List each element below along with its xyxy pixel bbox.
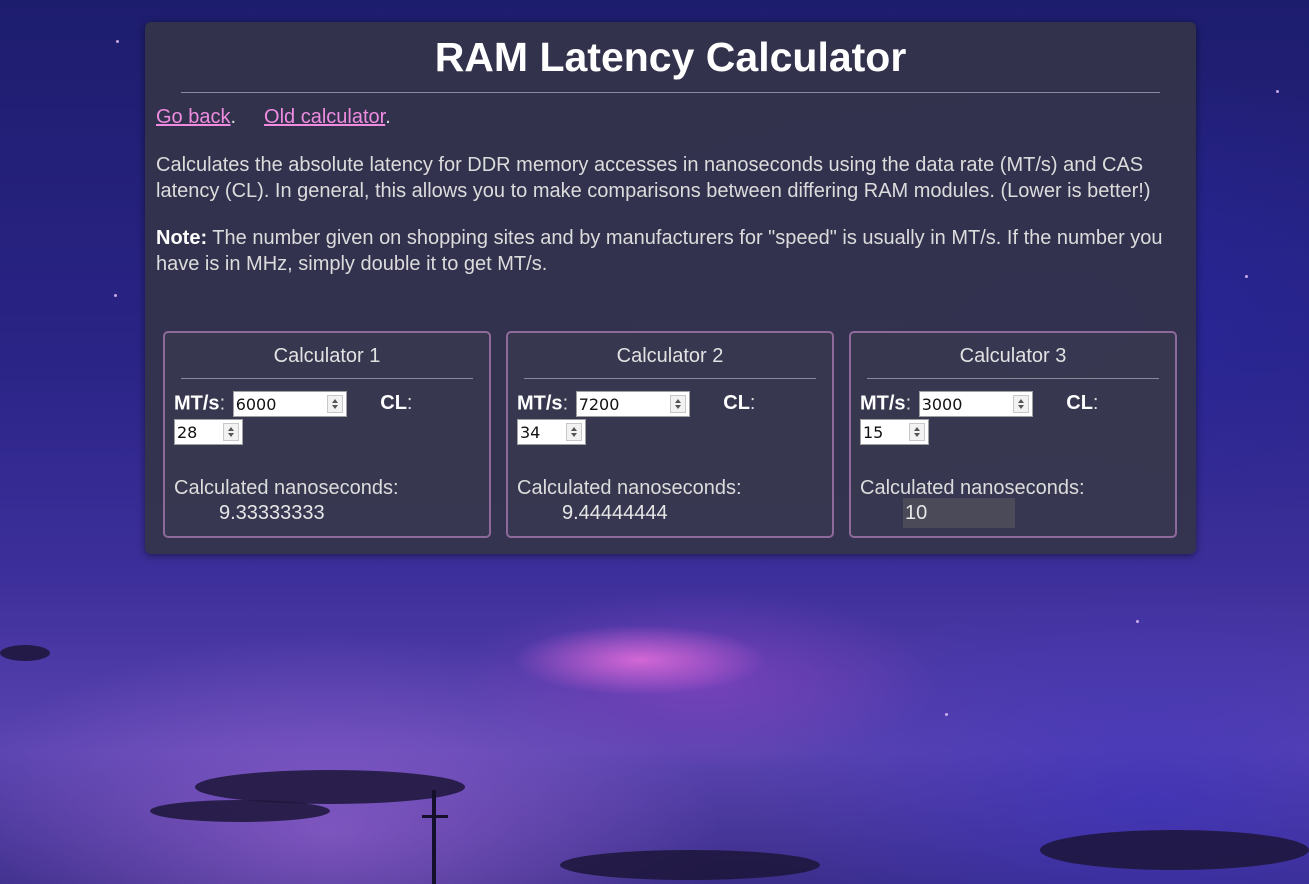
background-star [116,40,119,43]
stepper-down-icon[interactable] [331,405,338,409]
background-cloud [1040,830,1309,870]
mts-label: MT/s [517,392,563,415]
calculator-panel: RAM Latency Calculator Go back. Old calcu… [145,22,1196,554]
stepper-arrows[interactable] [909,423,925,441]
cl-row [517,419,586,445]
link-period: . [385,106,391,128]
result-label: Calculated nanoseconds: [174,477,399,499]
cl-input[interactable] [518,420,564,444]
cl-stepper[interactable] [517,419,586,445]
cl-label: CL [1066,392,1093,415]
stepper-arrows[interactable] [1012,395,1029,413]
mts-label: MT/s [860,392,906,415]
background-cloud [150,800,330,822]
cl-label: CL [380,392,407,415]
background-star [1245,275,1248,278]
stepper-up-icon[interactable] [674,399,681,403]
description: Calculates the absolute latency for DDR … [156,154,1151,202]
nav-links: Go back. Old calculator. [156,105,1185,129]
calculator-title: Calculator 1 [273,345,381,367]
mts-input[interactable] [576,392,667,417]
go-back-link[interactable]: Go back [156,106,230,128]
stepper-up-icon[interactable] [914,427,920,431]
mts-stepper[interactable] [918,391,1033,417]
link-period: . [230,106,237,128]
label-colon: : [219,392,226,415]
mts-row: MT/s: CL: [860,391,1098,417]
background-cloud [0,645,50,661]
title-divider [181,92,1160,93]
calculator-divider [181,378,473,379]
label-colon: : [406,392,413,415]
stepper-up-icon[interactable] [571,427,577,431]
cl-input[interactable] [175,420,221,444]
calculator-divider [524,378,816,379]
stepper-down-icon[interactable] [1017,405,1024,409]
label-colon: : [749,392,756,415]
label-colon: : [562,392,569,415]
background-pole [432,790,436,884]
mts-input[interactable] [233,392,324,417]
label-colon: : [905,392,912,415]
result-label: Calculated nanoseconds: [860,477,1085,499]
cl-input[interactable] [861,420,907,444]
calculator-title: Calculator 2 [616,345,724,367]
cl-stepper[interactable] [174,419,243,445]
result-label: Calculated nanoseconds: [517,477,742,499]
background-pole-bar [422,815,448,818]
stepper-arrows[interactable] [326,395,343,413]
calculator-3: Calculator 3 MT/s: CL: Calculated nanose… [849,331,1177,538]
page-title: RAM Latency Calculator [434,34,907,80]
label-colon: : [1092,392,1099,415]
result-value: 10 [903,498,1015,528]
background-star [945,713,948,716]
note-label: Note: [156,227,208,249]
mts-stepper[interactable] [232,391,347,417]
stepper-down-icon[interactable] [571,433,577,437]
calculators: Calculator 1 MT/s: CL: Calculated nanose… [163,331,1179,538]
old-calculator-link[interactable]: Old calculator [264,106,385,128]
cl-row [860,419,929,445]
mts-row: MT/s: CL: [517,391,755,417]
background-star [1276,90,1279,93]
background-cloud [560,850,820,880]
calculator-divider [867,378,1159,379]
note: Note: The number given on shopping sites… [156,225,1185,277]
background-star [114,294,117,297]
stepper-arrows[interactable] [566,423,582,441]
stepper-down-icon[interactable] [914,433,920,437]
mts-label: MT/s [174,392,220,415]
stepper-up-icon[interactable] [1017,399,1024,403]
cl-row [174,419,243,445]
calculator-2: Calculator 2 MT/s: CL: Calculated nanose… [506,331,834,538]
stepper-up-icon[interactable] [228,427,234,431]
stepper-down-icon[interactable] [674,405,681,409]
calculator-1: Calculator 1 MT/s: CL: Calculated nanose… [163,331,491,538]
background-cloud [195,770,465,804]
cl-stepper[interactable] [860,419,929,445]
mts-stepper[interactable] [575,391,690,417]
background-star [1136,620,1139,623]
result-value: 9.33333333 [219,502,325,524]
mts-input[interactable] [919,392,1010,417]
mts-row: MT/s: CL: [174,391,412,417]
stepper-arrows[interactable] [669,395,686,413]
cl-label: CL [723,392,750,415]
result-value: 9.44444444 [562,502,668,524]
note-text: The number given on shopping sites and b… [156,227,1163,275]
stepper-down-icon[interactable] [228,433,234,437]
calculator-title: Calculator 3 [959,345,1067,367]
stepper-arrows[interactable] [223,423,239,441]
stepper-up-icon[interactable] [331,399,338,403]
